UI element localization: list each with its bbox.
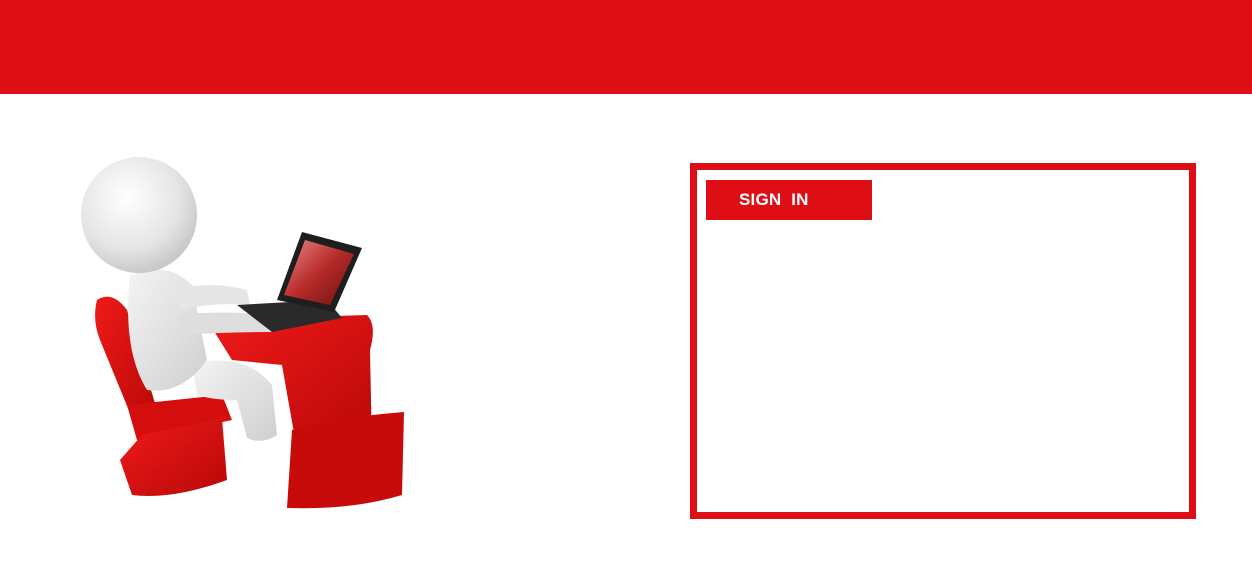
person-at-laptop-illustration (72, 150, 432, 520)
signin-tab[interactable]: SIGN IN (706, 180, 872, 220)
signin-panel: SIGN IN (690, 163, 1196, 519)
header-bar (0, 0, 1252, 94)
